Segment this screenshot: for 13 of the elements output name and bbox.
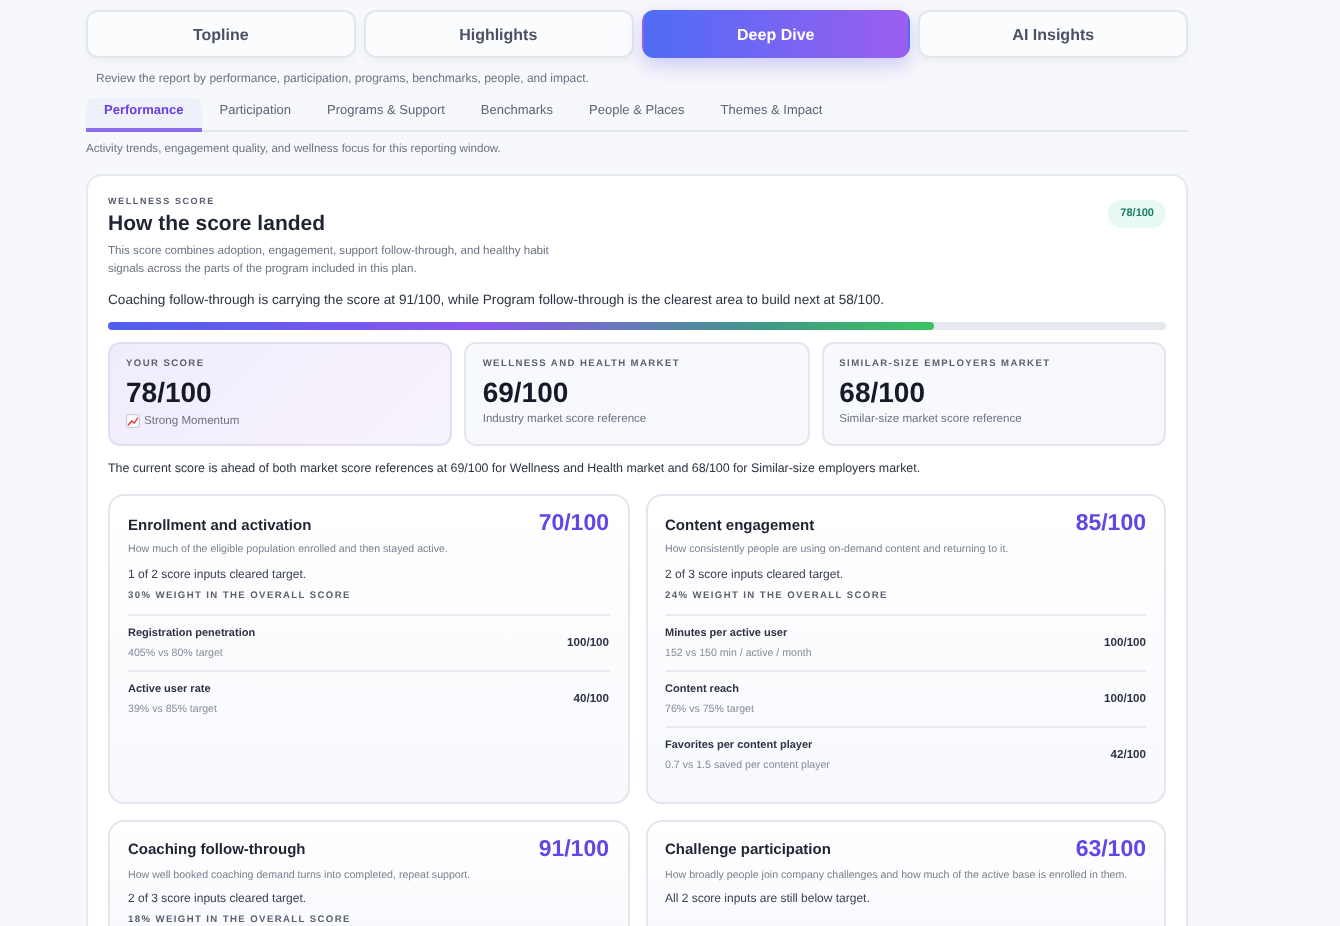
report-tab[interactable]: Deep Dive: [641, 10, 911, 58]
area-score: 70/100: [538, 512, 609, 537]
report-tab[interactable]: Topline: [86, 10, 356, 58]
area-score: 91/100: [538, 837, 609, 862]
tile-value: 68/100: [839, 376, 927, 409]
trend-chart-icon: [126, 414, 140, 429]
area-score: 63/100: [1075, 837, 1146, 862]
report-tab[interactable]: AI Insights: [918, 10, 1188, 58]
card-title: How the score landed: [108, 212, 328, 236]
tile-value: 78/100: [126, 376, 214, 409]
report-tab[interactable]: Highlights: [363, 10, 633, 58]
tile-value: 69/100: [482, 376, 571, 409]
area-score: 85/100: [1075, 512, 1146, 537]
